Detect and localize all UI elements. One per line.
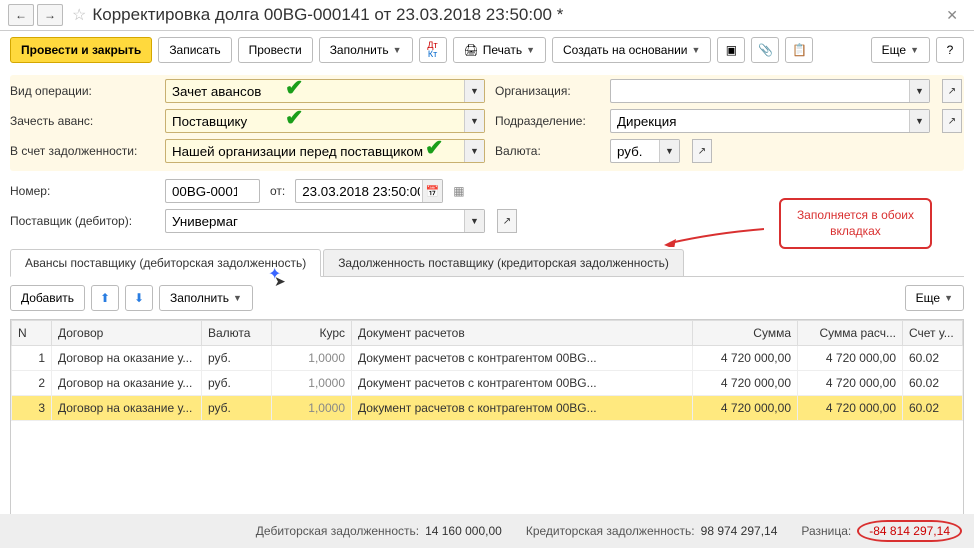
nav-forward-button[interactable]: → bbox=[37, 4, 63, 26]
table-row[interactable]: 2 Договор на оказание у... руб. 1,0000 Д… bbox=[12, 371, 963, 396]
tab-more-button[interactable]: Еще ▼ bbox=[905, 285, 964, 311]
help-button[interactable]: ? bbox=[936, 37, 964, 63]
paperclip-icon: 📎 bbox=[758, 43, 773, 57]
supplier-label: Поставщик (дебитор): bbox=[10, 214, 155, 228]
op-type-field[interactable] bbox=[165, 79, 485, 103]
more-button[interactable]: Еще ▼ bbox=[871, 37, 930, 63]
annotation-line2: вкладках bbox=[797, 224, 914, 240]
tab-advances[interactable]: Авансы поставщику (дебиторская задолженн… bbox=[10, 249, 321, 277]
structure-icon: ▣ bbox=[726, 43, 737, 57]
advance-field[interactable] bbox=[165, 109, 485, 133]
chevron-down-icon: ▼ bbox=[692, 45, 701, 55]
col-sum[interactable]: Сумма bbox=[693, 321, 798, 346]
col-sumcalc[interactable]: Сумма расч... bbox=[798, 321, 903, 346]
chevron-down-icon: ▼ bbox=[233, 293, 242, 303]
org-open-button[interactable]: ↗ bbox=[942, 79, 962, 103]
print-button[interactable]: 🖨 Печать ▼ bbox=[453, 37, 546, 63]
status-bar: Дебиторская задолженность: 14 160 000,00… bbox=[0, 514, 974, 548]
tabs: Авансы поставщику (дебиторская задолженн… bbox=[10, 249, 964, 277]
dept-label: Подразделение: bbox=[495, 114, 600, 128]
col-n[interactable]: N bbox=[12, 321, 52, 346]
printer-icon: 🖨 bbox=[464, 43, 479, 57]
post-and-close-button[interactable]: Провести и закрыть bbox=[10, 37, 152, 63]
dropdown-button[interactable]: ▼ bbox=[659, 140, 679, 162]
calendar-button[interactable]: 📅 bbox=[422, 180, 442, 202]
debt-label: В счет задолженности: bbox=[10, 144, 155, 158]
arrow-left-icon: ← bbox=[15, 8, 27, 22]
chevron-down-icon: ▼ bbox=[393, 45, 402, 55]
dropdown-button[interactable]: ▼ bbox=[464, 140, 484, 162]
chevron-down-icon: ▼ bbox=[944, 293, 953, 303]
dtkt-button[interactable]: ДтКт bbox=[419, 37, 447, 63]
move-up-button[interactable]: ⬆ bbox=[91, 285, 119, 311]
dept-open-button[interactable]: ↗ bbox=[942, 109, 962, 133]
close-button[interactable]: ✕ bbox=[938, 7, 966, 24]
move-down-button[interactable]: ⬇ bbox=[125, 285, 153, 311]
post-button[interactable]: Провести bbox=[238, 37, 313, 63]
arrow-right-icon: → bbox=[44, 8, 56, 22]
org-field[interactable] bbox=[610, 79, 930, 103]
supplier-open-button[interactable]: ↗ bbox=[497, 209, 517, 233]
annotation-line1: Заполняется в обоих bbox=[797, 208, 914, 224]
debit-label: Дебиторская задолженность: bbox=[256, 524, 419, 538]
structure-button[interactable]: ▣ bbox=[717, 37, 745, 63]
dropdown-button[interactable]: ▼ bbox=[909, 80, 929, 102]
currency-label: Валюта: bbox=[495, 144, 600, 158]
dropdown-button[interactable]: ▼ bbox=[464, 110, 484, 132]
table-header: N Договор Валюта Курс Документ расчетов … bbox=[12, 321, 963, 346]
calendar-icon: 📅 bbox=[426, 185, 440, 198]
diff-label: Разница: bbox=[801, 524, 851, 538]
table-row[interactable]: 1 Договор на оказание у... руб. 1,0000 Д… bbox=[12, 346, 963, 371]
tab-debt[interactable]: Задолженность поставщику (кредиторская з… bbox=[323, 249, 684, 276]
credit-value: 98 974 297,14 bbox=[701, 524, 778, 538]
dropdown-button[interactable]: ▼ bbox=[909, 110, 929, 132]
note-button[interactable]: 📋 bbox=[785, 37, 813, 63]
org-label: Организация: bbox=[495, 84, 600, 98]
grid: N Договор Валюта Курс Документ расчетов … bbox=[10, 319, 964, 517]
titlebar: ← → ☆ Корректировка долга 00BG-000141 от… bbox=[0, 0, 974, 31]
dropdown-button[interactable]: ▼ bbox=[464, 80, 484, 102]
page-title: Корректировка долга 00BG-000141 от 23.03… bbox=[92, 5, 938, 25]
col-contract[interactable]: Договор bbox=[52, 321, 202, 346]
arrow-up-icon: ⬆ bbox=[100, 291, 110, 305]
debit-value: 14 160 000,00 bbox=[425, 524, 502, 538]
attach-button[interactable]: 📎 bbox=[751, 37, 779, 63]
diff-value: -84 814 297,14 bbox=[869, 524, 950, 538]
op-type-label: Вид операции: bbox=[10, 84, 155, 98]
main-toolbar: Провести и закрыть Записать Провести Зап… bbox=[0, 31, 974, 69]
chevron-down-icon: ▼ bbox=[910, 45, 919, 55]
date-field[interactable] bbox=[295, 179, 443, 203]
supplier-field[interactable] bbox=[165, 209, 485, 233]
dropdown-button[interactable]: ▼ bbox=[464, 210, 484, 232]
nav-back-button[interactable]: ← bbox=[8, 4, 34, 26]
write-button[interactable]: Записать bbox=[158, 37, 231, 63]
col-account[interactable]: Счет у... bbox=[903, 321, 963, 346]
favorite-icon[interactable]: ☆ bbox=[72, 5, 86, 25]
credit-label: Кредиторская задолженность: bbox=[526, 524, 695, 538]
doc-status-icon: ▦ bbox=[453, 184, 464, 198]
diff-value-circled: -84 814 297,14 bbox=[857, 520, 962, 542]
col-rate[interactable]: Курс bbox=[272, 321, 352, 346]
currency-open-button[interactable]: ↗ bbox=[692, 139, 712, 163]
add-row-button[interactable]: Добавить bbox=[10, 285, 85, 311]
date-label: от: bbox=[270, 184, 285, 198]
fill-button[interactable]: Заполнить ▼ bbox=[319, 37, 413, 63]
arrow-down-icon: ⬇ bbox=[134, 291, 144, 305]
annotation-box: Заполняется в обоих вкладках bbox=[779, 198, 932, 249]
col-currency[interactable]: Валюта bbox=[202, 321, 272, 346]
advance-label: Зачесть аванс: bbox=[10, 114, 155, 128]
dept-field[interactable] bbox=[610, 109, 930, 133]
debt-field[interactable] bbox=[165, 139, 485, 163]
tab-fill-button[interactable]: Заполнить ▼ bbox=[159, 285, 253, 311]
col-doc[interactable]: Документ расчетов bbox=[352, 321, 693, 346]
table-row[interactable]: 3 Договор на оказание у... руб. 1,0000 Д… bbox=[12, 396, 963, 421]
number-label: Номер: bbox=[10, 184, 155, 198]
chevron-down-icon: ▼ bbox=[526, 45, 535, 55]
create-based-button[interactable]: Создать на основании ▼ bbox=[552, 37, 711, 63]
tab-toolbar: Добавить ⬆ ⬇ Заполнить ▼ Еще ▼ bbox=[0, 277, 974, 319]
note-icon: 📋 bbox=[792, 43, 807, 57]
number-field[interactable] bbox=[165, 179, 260, 203]
